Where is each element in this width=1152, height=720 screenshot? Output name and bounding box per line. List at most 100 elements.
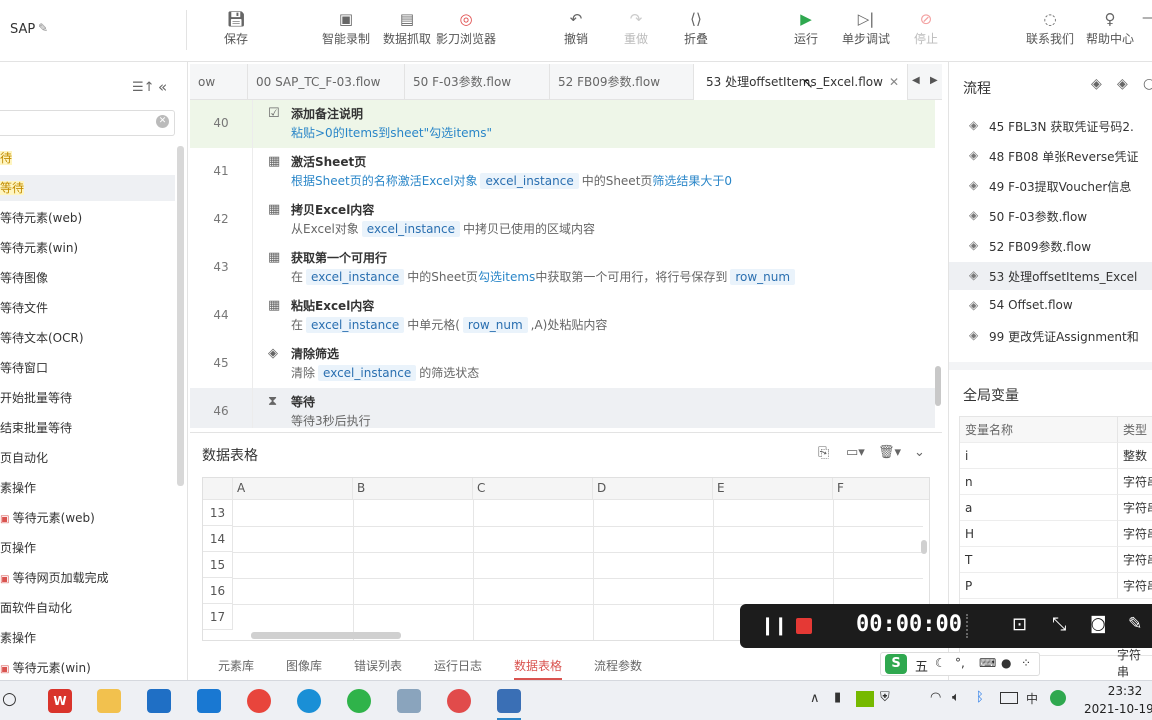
volume-mute-icon[interactable]: 🔈︎: [952, 690, 960, 705]
browser-button[interactable]: ◎ 影刀浏览器: [436, 8, 496, 47]
battery-icon[interactable]: [1000, 692, 1018, 704]
mail-icon[interactable]: [147, 689, 171, 713]
tab-data-table[interactable]: 数据表格: [514, 657, 563, 680]
list-item[interactable]: 页自动化: [0, 445, 48, 471]
flow-list-item[interactable]: ◈ 50 F-03参数.flow: [969, 208, 1087, 225]
pen-icon[interactable]: ✎: [1128, 614, 1142, 634]
list-item[interactable]: 等待文件: [0, 295, 48, 321]
list-item[interactable]: 等待窗口: [0, 355, 48, 381]
var-name[interactable]: T: [960, 547, 1118, 573]
tab-flow-partial[interactable]: ow: [190, 64, 248, 100]
flow-step[interactable]: 42 ▦ 拷贝Excel内容 从Excel对象 excel_instance 中拷贝…: [190, 196, 935, 244]
drag-handle[interactable]: [966, 614, 970, 638]
help-button[interactable]: ♀ 帮助中心: [1086, 8, 1134, 47]
var-name[interactable]: a: [960, 495, 1118, 521]
add-sheet-icon[interactable]: ⎘: [818, 445, 829, 461]
column-header[interactable]: C: [473, 478, 593, 500]
flow-step[interactable]: 45 ◈ 清除筛选 清除 excel_instance 的筛选状态: [190, 340, 935, 388]
contact-button[interactable]: ◌ 联系我们: [1026, 8, 1074, 47]
delete-icon[interactable]: 🗑︎▾: [878, 445, 901, 460]
grid-v-scrollbar[interactable]: [921, 540, 927, 554]
app-icon[interactable]: [197, 689, 221, 713]
yingdao-icon[interactable]: [447, 689, 471, 713]
tab-image-library[interactable]: 图像库: [286, 657, 322, 674]
sogou-tray-icon[interactable]: [1050, 690, 1066, 706]
sap-logon-icon[interactable]: [397, 689, 421, 713]
tab-left-arrow-icon[interactable]: ◀: [912, 75, 920, 86]
list-item-selected[interactable]: 等待: [0, 175, 175, 201]
grid-h-scrollbar[interactable]: [251, 632, 401, 639]
clear-icon[interactable]: ✕: [156, 115, 169, 128]
search-icon[interactable]: ○: [1143, 76, 1152, 92]
flow-list-item[interactable]: ◈ 45 FBL3N 获取凭证号码2.: [969, 118, 1134, 135]
taskbar-time[interactable]: 23:32: [1098, 684, 1152, 698]
column-header[interactable]: D: [593, 478, 713, 500]
tab-error-list[interactable]: 错误列表: [354, 657, 402, 674]
wps-icon[interactable]: W: [48, 689, 72, 713]
step-debug-button[interactable]: ▷| 单步调试: [842, 8, 890, 47]
list-item[interactable]: 等待元素(web): [0, 205, 82, 231]
list-item[interactable]: 开始批量等待: [0, 385, 72, 411]
sort-icon[interactable]: ☰↑: [132, 80, 155, 95]
keyboard-icon[interactable]: ⌨: [979, 656, 996, 670]
smart-record-button[interactable]: ▣ 智能录制: [322, 8, 370, 47]
security-icon[interactable]: ⛨: [880, 690, 890, 705]
nvidia-icon[interactable]: [856, 691, 874, 707]
tray-expand-icon[interactable]: ∧: [810, 691, 820, 706]
punctuation-icon[interactable]: °,: [955, 656, 965, 670]
file-explorer-icon[interactable]: [97, 689, 121, 713]
column-header[interactable]: F: [833, 478, 929, 500]
flow-list-item[interactable]: ◈ 54 Offset.flow: [969, 298, 1073, 312]
tab-sap-tc-f03[interactable]: 00 SAP_TC_F-03.flow: [248, 64, 405, 100]
notes-icon[interactable]: [497, 689, 521, 713]
camera-icon[interactable]: ◙: [1090, 614, 1107, 634]
stop-button[interactable]: ⊘ 停止: [914, 8, 938, 47]
collapse-icon[interactable]: «: [158, 78, 167, 96]
var-name[interactable]: i: [960, 443, 1118, 469]
pencil-icon[interactable]: ✎: [38, 21, 48, 35]
left-scrollbar[interactable]: [177, 146, 184, 486]
list-item[interactable]: 待: [0, 145, 13, 171]
grid-icon[interactable]: ⁘: [1021, 656, 1031, 670]
stop-record-icon[interactable]: [796, 618, 812, 634]
run-button[interactable]: ▶ 运行: [794, 8, 818, 47]
stack-add-icon[interactable]: ◈: [1117, 76, 1128, 92]
sogou-icon[interactable]: S: [885, 654, 907, 674]
microphone-icon[interactable]: ▮: [834, 690, 841, 705]
tab-flow-params[interactable]: 流程参数: [594, 657, 642, 674]
flow-step[interactable]: 40 ☑ 添加备注说明 粘贴>0的Items到sheet"勾选items": [190, 100, 935, 148]
ime-mode[interactable]: 五: [915, 656, 928, 675]
undo-button[interactable]: ↶ 撤销: [564, 8, 588, 47]
tab-element-library[interactable]: 元素库: [218, 657, 254, 674]
flow-list-item[interactable]: ◈ 52 FB09参数.flow: [969, 238, 1091, 255]
column-header[interactable]: A: [233, 478, 353, 500]
list-item[interactable]: 等待图像: [0, 265, 48, 291]
flow-step[interactable]: 44 ▦ 粘贴Excel内容 在 excel_instance 中单元格(row_n…: [190, 292, 935, 340]
list-item[interactable]: ▣ 等待网页加载完成: [0, 565, 109, 591]
export-icon[interactable]: ▭▾: [846, 445, 865, 460]
flow-scrollbar[interactable]: [935, 366, 941, 406]
list-item[interactable]: 素操作: [0, 625, 36, 651]
fold-button[interactable]: ⟨⟩ 折叠: [684, 8, 708, 47]
fullscreen-icon[interactable]: ⤡: [1052, 614, 1066, 635]
command-search-input[interactable]: [0, 110, 175, 136]
column-header[interactable]: E: [713, 478, 833, 500]
flow-list-item[interactable]: ◈ 48 FB08 单张Reverse凭证: [969, 148, 1139, 165]
save-button[interactable]: 💾︎ 保存: [224, 8, 248, 47]
flow-step-selected[interactable]: 46 ⧗ 等待 等待3秒后执行: [190, 388, 935, 428]
var-name[interactable]: H: [960, 521, 1118, 547]
flow-list-item[interactable]: ◈ 49 F-03提取Voucher信息: [969, 178, 1131, 195]
pause-icon[interactable]: ❙❙: [760, 615, 788, 636]
tab-offset-items-excel[interactable]: 53 处理offsetItems_Excel.flow ✕: [694, 64, 908, 100]
redo-button[interactable]: ↷ 重做: [624, 8, 648, 47]
stack-icon[interactable]: ◈: [1091, 76, 1102, 92]
list-item[interactable]: 面软件自动化: [0, 595, 72, 621]
list-item[interactable]: 等待文本(OCR): [0, 325, 84, 351]
screenshot-area-icon[interactable]: ⊡: [1012, 614, 1027, 635]
ime-tray-icon[interactable]: 中: [1026, 690, 1038, 707]
var-name[interactable]: P: [960, 573, 1118, 599]
list-item[interactable]: 结束批量等待: [0, 415, 72, 441]
chrome-icon[interactable]: [247, 689, 271, 713]
flow-step[interactable]: 43 ▦ 获取第一个可用行 在 excel_instance 中的Sheet页勾选i…: [190, 244, 935, 292]
wifi-icon[interactable]: ◠: [930, 690, 941, 705]
